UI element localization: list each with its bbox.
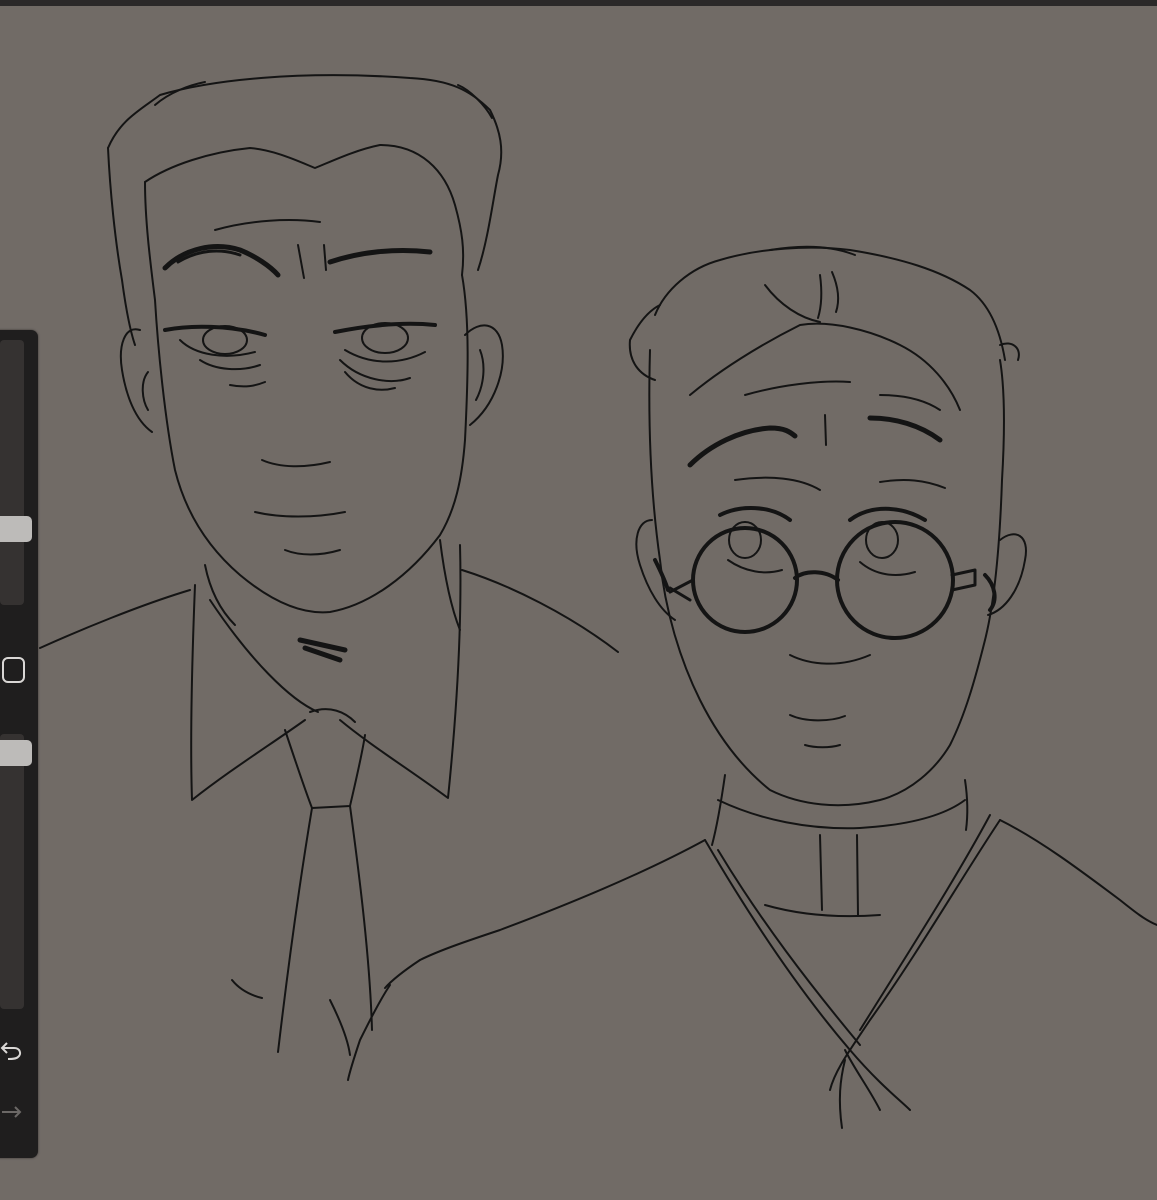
modify-button[interactable]	[0, 652, 26, 688]
undo-icon	[0, 1042, 22, 1060]
redo-button[interactable]	[0, 1094, 26, 1130]
tool-sidebar	[0, 330, 38, 1158]
undo-button[interactable]	[0, 1030, 26, 1066]
right-figure-drawing	[347, 245, 1157, 1129]
sketch-artwork	[39, 74, 1157, 1129]
redo-icon	[2, 1106, 22, 1118]
opacity-slider-handle[interactable]	[0, 740, 32, 766]
square-icon	[2, 657, 25, 683]
brush-size-slider-handle[interactable]	[0, 516, 32, 542]
brush-size-slider[interactable]	[0, 340, 32, 605]
opacity-slider[interactable]	[0, 734, 32, 1009]
drawing-canvas[interactable]	[0, 6, 1157, 1200]
left-figure-drawing	[39, 74, 619, 1056]
